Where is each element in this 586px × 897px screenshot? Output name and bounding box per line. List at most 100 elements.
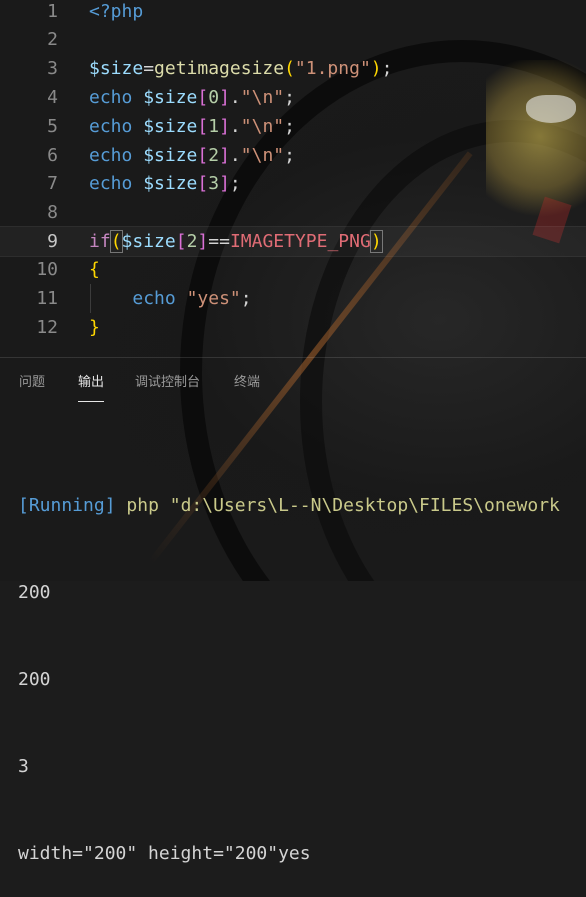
code-text[interactable]: echo $size[1]."\n";	[89, 112, 295, 141]
bracket: [	[175, 231, 187, 252]
output-run-line: [Running] php "d:\Users\L--N\Desktop\FIL…	[18, 491, 586, 520]
code-text[interactable]: $size=getimagesize("1.png");	[89, 54, 392, 83]
brace: }	[89, 317, 100, 338]
brace: {	[89, 259, 100, 280]
operator: .	[229, 116, 241, 137]
output-line: 200	[18, 669, 51, 690]
matched-paren: )	[369, 230, 383, 253]
tab-problems[interactable]: 问题	[19, 362, 45, 404]
bracket: ]	[219, 87, 230, 108]
code-line-10[interactable]: 10 {	[0, 255, 586, 284]
semicolon: ;	[284, 145, 295, 166]
number: 2	[208, 145, 220, 166]
line-number: 12	[36, 317, 58, 338]
code-line-5[interactable]: 5 echo $size[1]."\n";	[0, 112, 586, 141]
output-line: 200	[18, 582, 51, 603]
number: 1	[208, 116, 220, 137]
line-number: 11	[36, 288, 58, 309]
semicolon: ;	[284, 87, 295, 108]
line-number: 7	[47, 173, 58, 194]
code-text[interactable]: echo $size[0]."\n";	[89, 83, 295, 112]
output-line: width="200" height="200"yes	[18, 843, 311, 864]
number: 2	[186, 231, 198, 252]
tab-output[interactable]: 输出	[78, 362, 105, 404]
code-line-3[interactable]: 3 $size=getimagesize("1.png");	[0, 54, 586, 83]
string-literal: "\n"	[240, 87, 285, 108]
paren: )	[370, 58, 382, 79]
code-text[interactable]: }	[89, 313, 100, 342]
code-editor[interactable]: 1 <?php 2 3 $size=getimagesize("1.png");…	[0, 0, 586, 354]
variable: $size	[89, 58, 144, 79]
bracket: ]	[219, 145, 230, 166]
tab-debug-console[interactable]: 调试控制台	[135, 362, 200, 404]
line-number: 10	[36, 259, 58, 280]
line-number: 8	[47, 202, 58, 223]
keyword: echo	[89, 116, 133, 137]
semicolon: ;	[284, 116, 295, 137]
line-number: 2	[47, 29, 58, 50]
run-command: php "d:\Users\L--N\Desktop\FILES\onework	[126, 495, 560, 516]
string-literal: "yes"	[186, 288, 241, 309]
php-open-tag: <?php	[89, 1, 144, 22]
keyword: echo	[89, 87, 133, 108]
bracket: [	[197, 87, 209, 108]
semicolon: ;	[229, 173, 241, 194]
operator: .	[229, 145, 241, 166]
code-line-7[interactable]: 7 echo $size[3];	[0, 169, 586, 198]
output-panel[interactable]: [Running] php "d:\Users\L--N\Desktop\FIL…	[18, 433, 586, 897]
code-line-8[interactable]: 8	[0, 198, 586, 227]
variable: $size	[143, 145, 198, 166]
code-line-12[interactable]: 12 }	[0, 313, 586, 342]
string-literal: "\n"	[240, 116, 285, 137]
operator: =	[143, 58, 155, 79]
paren: (	[284, 58, 295, 79]
panel-divider[interactable]	[0, 357, 586, 358]
variable: $size	[143, 116, 198, 137]
number: 0	[208, 87, 220, 108]
bracket: [	[197, 116, 209, 137]
function-name: getimagesize	[154, 58, 285, 79]
keyword: echo	[89, 173, 133, 194]
line-number: 9	[47, 231, 58, 252]
bracket: ]	[197, 231, 209, 252]
code-text[interactable]: {	[89, 255, 100, 284]
matched-paren: (	[109, 230, 123, 253]
line-number: 6	[47, 145, 58, 166]
number: 3	[208, 173, 220, 194]
output-line: 3	[18, 756, 29, 777]
bracket: ]	[219, 116, 230, 137]
code-text[interactable]: echo $size[2]."\n";	[89, 141, 295, 170]
code-line-6[interactable]: 6 echo $size[2]."\n";	[0, 141, 586, 170]
code-line-2[interactable]: 2	[0, 25, 586, 54]
line-number: 1	[47, 1, 58, 22]
string-literal: "\n"	[240, 145, 285, 166]
semicolon: ;	[381, 58, 393, 79]
line-number: 4	[47, 87, 58, 108]
constant: IMAGETYPE_PNG	[229, 231, 371, 252]
bracket: [	[197, 173, 209, 194]
code-text[interactable]: if($size[2]==IMAGETYPE_PNG)	[89, 227, 383, 256]
operator: .	[229, 87, 241, 108]
code-line-1[interactable]: 1 <?php	[0, 0, 586, 26]
keyword: echo	[132, 288, 176, 309]
semicolon: ;	[240, 288, 252, 309]
variable: $size	[121, 231, 176, 252]
line-number: 5	[47, 116, 58, 137]
variable: $size	[143, 173, 198, 194]
control-keyword: if	[89, 231, 111, 252]
keyword: echo	[89, 145, 133, 166]
running-tag: [Running]	[18, 495, 116, 516]
code-text[interactable]: echo $size[3];	[89, 169, 241, 198]
tab-terminal[interactable]: 终端	[234, 362, 260, 404]
bracket: [	[197, 145, 209, 166]
variable: $size	[143, 87, 198, 108]
operator: ==	[208, 231, 230, 252]
code-text[interactable]: <?php	[89, 0, 143, 26]
code-text[interactable]: echo "yes";	[89, 284, 252, 313]
code-line-11[interactable]: 11 echo "yes";	[0, 284, 586, 313]
bracket: ]	[219, 173, 230, 194]
panel-tab-bar: 问题 输出 调试控制台 终端	[0, 362, 586, 404]
code-line-9[interactable]: 9 if($size[2]==IMAGETYPE_PNG)	[0, 227, 586, 256]
string-literal: "1.png"	[294, 58, 371, 79]
code-line-4[interactable]: 4 echo $size[0]."\n";	[0, 83, 586, 112]
